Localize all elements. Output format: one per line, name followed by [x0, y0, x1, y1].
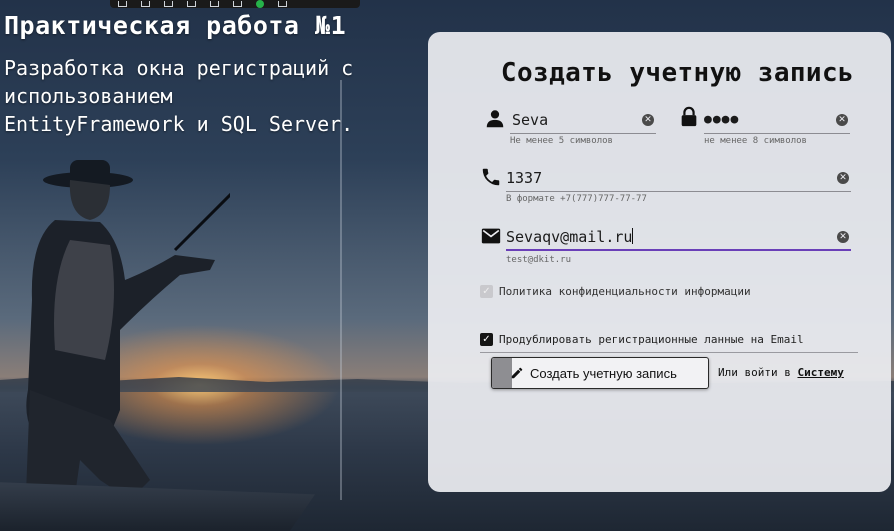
password-hint: не менее 8 символов [704, 136, 807, 146]
checkmark-icon: ✓ [480, 333, 493, 346]
create-account-button[interactable]: Создать учетную запись [491, 357, 709, 389]
divider [480, 352, 858, 353]
checkmark-icon: ✓ [480, 285, 493, 298]
page-title: Практическая работа №1 [4, 11, 347, 40]
debug-toolbar[interactable] [110, 0, 360, 8]
toolbar-cursor-icon[interactable] [187, 1, 196, 7]
toolbar-close-icon[interactable] [278, 1, 287, 7]
privacy-policy-label: Политика конфиденциальности информации [499, 285, 751, 298]
fisherman-silhouette [25, 160, 230, 531]
create-account-label: Создать учетную запись [530, 365, 677, 381]
email-input-value: Sevaqv@mail.ru [506, 228, 633, 246]
form-title: Создать учетную запись [500, 58, 855, 88]
username-hint: Не менее 5 символов [510, 136, 613, 146]
duplicate-email-checkbox[interactable]: ✓ Продублировать регистрационные ланные … [480, 333, 804, 346]
login-prompt: Или войти в Систему [718, 366, 844, 379]
toolbar-layout-icon[interactable] [210, 1, 219, 7]
text-caret [632, 228, 634, 244]
email-hint: test@dkit.ru [506, 255, 572, 265]
phone-clear-icon[interactable]: ✕ [837, 172, 849, 184]
phone-input[interactable]: 1337 [506, 166, 851, 192]
page-header: Практическая работа №1 Разработка окна р… [4, 8, 424, 138]
password-input[interactable]: ●●●● [704, 108, 850, 134]
fishing-line [340, 80, 342, 500]
password-clear-icon[interactable]: ✕ [836, 114, 848, 126]
lock-icon [681, 106, 697, 127]
privacy-policy-checkbox[interactable]: ✓ Политика конфиденциальности информации [480, 285, 751, 298]
mail-icon [481, 228, 501, 244]
login-prefix: Или войти в [718, 366, 791, 379]
toolbar-select-icon[interactable] [118, 1, 127, 7]
person-icon [486, 110, 504, 128]
toolbar-status-ok-icon[interactable] [256, 0, 264, 8]
duplicate-email-label: Продублировать регистрационные ланные на… [499, 333, 804, 346]
toolbar-window-icon[interactable] [164, 1, 173, 7]
phone-icon [482, 168, 500, 186]
login-link[interactable]: Систему [797, 366, 843, 379]
phone-hint: В формате +7(777)777-77-77 [506, 194, 647, 204]
username-input[interactable]: Seva [510, 108, 656, 134]
pencil-icon [511, 367, 523, 379]
email-clear-icon[interactable]: ✕ [837, 231, 849, 243]
username-clear-icon[interactable]: ✕ [642, 114, 654, 126]
registration-card: Создать учетную запись Seva ✕ Не менее 5… [428, 32, 891, 492]
toolbar-info-icon[interactable] [233, 1, 242, 7]
toolbar-pointer-icon[interactable] [141, 1, 150, 7]
email-input[interactable]: Sevaqv@mail.ru [506, 225, 851, 251]
page-subtitle: Разработка окна регистраций с использова… [4, 56, 354, 136]
